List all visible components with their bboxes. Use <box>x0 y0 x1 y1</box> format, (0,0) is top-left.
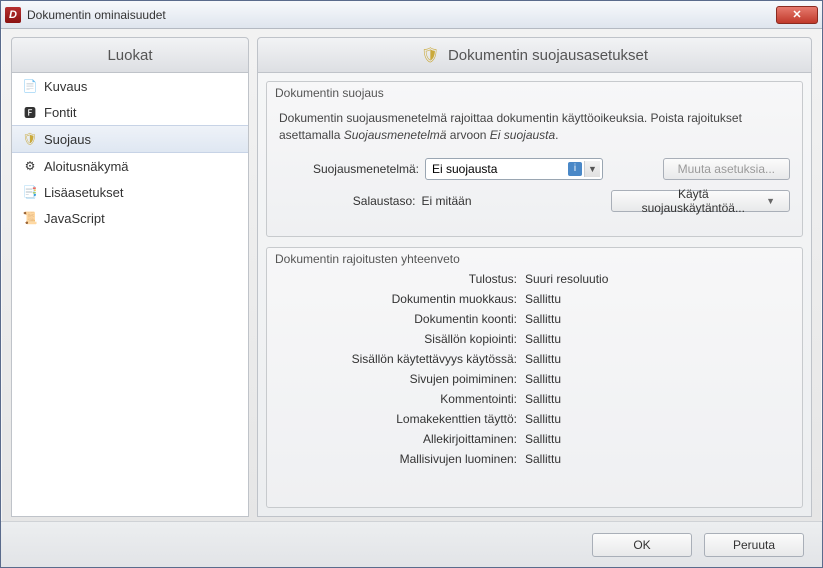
summary-label: Mallisivujen luominen: <box>277 452 517 466</box>
sidebar-item-initial-view[interactable]: ⚙ Aloitusnäkymä <box>12 153 248 179</box>
dialog-footer: OK Peruuta <box>1 521 822 567</box>
combobox-value: Ei suojausta <box>432 162 568 176</box>
summary-value: Sallittu <box>525 332 792 346</box>
summary-label: Tulostus: <box>277 272 517 286</box>
security-description: Dokumentin suojausmenetelmä rajoittaa do… <box>279 110 790 144</box>
main-panel: 🛡 Dokumentin suojausasetukset Dokumentin… <box>257 37 812 517</box>
summary-value: Sallittu <box>525 392 792 406</box>
font-icon: 🅵 <box>22 104 38 120</box>
summary-value: Sallittu <box>525 372 792 386</box>
summary-value: Sallittu <box>525 452 792 466</box>
security-method-combobox[interactable]: Ei suojausta i ▼ <box>425 158 603 180</box>
button-label: Käytä suojauskäytäntöä... <box>626 187 760 215</box>
sidebar-item-label: Fontit <box>44 105 77 120</box>
summary-value: Sallittu <box>525 432 792 446</box>
encryption-row: Salaustaso: Ei mitään Käytä suojauskäytä… <box>279 190 790 212</box>
cancel-button[interactable]: Peruuta <box>704 533 804 557</box>
encryption-value: Ei mitään <box>421 194 599 208</box>
summary-value: Sallittu <box>525 312 792 326</box>
method-label: Suojausmenetelmä: <box>279 162 419 176</box>
sidebar-item-label: Lisäasetukset <box>44 185 124 200</box>
main-body: Dokumentin suojaus Dokumentin suojausmen… <box>257 73 812 517</box>
close-button[interactable]: ✕ <box>776 6 818 24</box>
summary-table: Tulostus: Suuri resoluutio Dokumentin mu… <box>267 266 802 476</box>
view-icon: ⚙ <box>22 158 38 174</box>
sidebar-item-javascript[interactable]: 📜 JavaScript <box>12 205 248 231</box>
app-icon: D <box>5 7 21 23</box>
chevron-down-icon[interactable]: ▼ <box>584 161 600 177</box>
content-area: Luokat 📄 Kuvaus 🅵 Fontit 🛡 Suojaus ⚙ Alo… <box>1 29 822 521</box>
dialog-window: D Dokumentin ominaisuudet ✕ Luokat 📄 Kuv… <box>0 0 823 568</box>
shield-icon: 🛡 <box>22 131 38 147</box>
security-group-title: Dokumentin suojaus <box>267 82 802 100</box>
sidebar-item-description[interactable]: 📄 Kuvaus <box>12 73 248 99</box>
close-icon: ✕ <box>792 8 801 21</box>
titlebar: D Dokumentin ominaisuudet ✕ <box>1 1 822 29</box>
categories-panel: Luokat 📄 Kuvaus 🅵 Fontit 🛡 Suojaus ⚙ Alo… <box>11 37 249 517</box>
script-icon: 📜 <box>22 210 38 226</box>
desc-text: arvoon <box>446 128 489 142</box>
summary-value: Suuri resoluutio <box>525 272 792 286</box>
ok-button[interactable]: OK <box>592 533 692 557</box>
categories-header: Luokat <box>11 37 249 73</box>
encryption-label: Salaustaso: <box>279 194 415 208</box>
summary-groupbox: Dokumentin rajoitusten yhteenveto Tulost… <box>266 247 803 508</box>
categories-list: 📄 Kuvaus 🅵 Fontit 🛡 Suojaus ⚙ Aloitusnäk… <box>11 73 249 517</box>
sidebar-item-advanced[interactable]: 📑 Lisäasetukset <box>12 179 248 205</box>
page-info-icon: 📄 <box>22 78 38 94</box>
summary-label: Kommentointi: <box>277 392 517 406</box>
summary-label: Sisällön kopiointi: <box>277 332 517 346</box>
advanced-icon: 📑 <box>22 184 38 200</box>
main-header: 🛡 Dokumentin suojausasetukset <box>257 37 812 73</box>
sidebar-item-security[interactable]: 🛡 Suojaus <box>12 125 248 153</box>
use-policy-button[interactable]: Käytä suojauskäytäntöä... ▼ <box>611 190 790 212</box>
sidebar-item-label: JavaScript <box>44 211 105 226</box>
change-settings-button[interactable]: Muuta asetuksia... <box>663 158 790 180</box>
summary-value: Sallittu <box>525 412 792 426</box>
main-title: Dokumentin suojausasetukset <box>448 47 648 64</box>
shield-icon: 🛡 <box>421 46 440 64</box>
summary-value: Sallittu <box>525 292 792 306</box>
summary-label: Allekirjoittaminen: <box>277 432 517 446</box>
info-icon: i <box>568 162 582 176</box>
summary-value: Sallittu <box>525 352 792 366</box>
summary-label: Lomakekenttien täyttö: <box>277 412 517 426</box>
desc-em: Suojausmenetelmä <box>344 128 447 142</box>
sidebar-item-label: Kuvaus <box>44 79 87 94</box>
chevron-down-icon: ▼ <box>766 196 775 206</box>
method-row: Suojausmenetelmä: Ei suojausta i ▼ Muuta… <box>279 158 790 180</box>
summary-label: Sivujen poimiminen: <box>277 372 517 386</box>
sidebar-item-fonts[interactable]: 🅵 Fontit <box>12 99 248 125</box>
desc-em: Ei suojausta <box>490 128 555 142</box>
summary-label: Dokumentin koonti: <box>277 312 517 326</box>
desc-text: . <box>555 128 558 142</box>
sidebar-item-label: Suojaus <box>44 132 91 147</box>
sidebar-item-label: Aloitusnäkymä <box>44 159 129 174</box>
summary-group-title: Dokumentin rajoitusten yhteenveto <box>267 248 802 266</box>
security-groupbox: Dokumentin suojaus Dokumentin suojausmen… <box>266 81 803 237</box>
window-title: Dokumentin ominaisuudet <box>27 8 770 22</box>
summary-label: Dokumentin muokkaus: <box>277 292 517 306</box>
summary-label: Sisällön käytettävyys käytössä: <box>277 352 517 366</box>
